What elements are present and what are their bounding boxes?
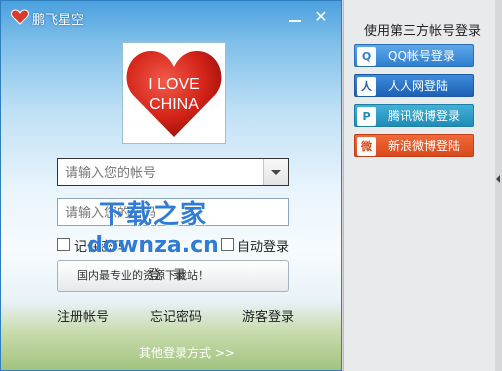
password-input[interactable] [58, 199, 255, 225]
tencent-weibo-login-button[interactable]: P 腾讯微博登录 [354, 104, 474, 127]
third-party-login-panel: 使用第三方帐号登录 Q QQ帐号登录 人 人人网登陆 P 腾讯微博登录 微 新浪… [343, 0, 495, 371]
avatar-text-line1: I LOVE [148, 76, 200, 93]
avatar-text-line2: CHINA [149, 96, 199, 113]
qq-login-label: QQ帐号登录 [388, 49, 455, 63]
login-window: 鹏飞星空 ✕ I LOVE CHINA 记住密码 自动登录 [0, 0, 342, 371]
sina-weibo-icon: 微 [357, 137, 376, 156]
account-input[interactable] [58, 159, 255, 185]
minimize-button[interactable] [286, 8, 304, 26]
window-title: 鹏飞星空 [32, 13, 85, 28]
chevron-down-icon [271, 170, 281, 175]
sina-weibo-login-label: 新浪微博登陆 [388, 139, 461, 153]
account-dropdown-button[interactable] [263, 159, 288, 185]
renren-login-label: 人人网登陆 [388, 79, 449, 93]
qq-icon: Q [357, 47, 376, 66]
close-icon: ✕ [314, 7, 328, 26]
sina-weibo-login-button[interactable]: 微 新浪微博登陆 [354, 134, 474, 157]
login-button[interactable]: 登录 [57, 260, 289, 292]
qq-login-button[interactable]: Q QQ帐号登录 [354, 44, 474, 67]
panel-collapse-strip[interactable] [495, 0, 502, 371]
avatar: I LOVE CHINA [122, 42, 226, 144]
heart-avatar-icon: I LOVE CHINA [126, 51, 222, 137]
register-link[interactable]: 注册帐号 [57, 306, 109, 325]
minimize-icon [289, 20, 301, 22]
auto-login-label: 自动登录 [237, 240, 290, 255]
third-party-title: 使用第三方帐号登录 [364, 24, 482, 39]
checkbox-box[interactable] [57, 238, 70, 251]
renren-icon: 人 [357, 77, 376, 96]
forgot-password-link[interactable]: 忘记密码 [150, 306, 202, 325]
close-button[interactable]: ✕ [312, 8, 330, 26]
remember-password-label: 记住密码 [74, 240, 127, 255]
other-login-methods-link[interactable]: 其他登录方式 >> [139, 344, 235, 361]
renren-login-button[interactable]: 人 人人网登陆 [354, 74, 474, 97]
account-field[interactable] [57, 158, 289, 186]
tencent-weibo-icon: P [357, 107, 376, 126]
guest-login-link[interactable]: 游客登录 [242, 306, 294, 325]
checkbox-box[interactable] [221, 238, 234, 251]
tencent-weibo-login-label: 腾讯微博登录 [388, 109, 461, 123]
collapse-arrow-icon[interactable] [496, 175, 500, 183]
password-field[interactable] [57, 198, 289, 226]
title-bar[interactable]: 鹏飞星空 ✕ [1, 1, 341, 33]
heart-logo-icon [11, 9, 29, 25]
